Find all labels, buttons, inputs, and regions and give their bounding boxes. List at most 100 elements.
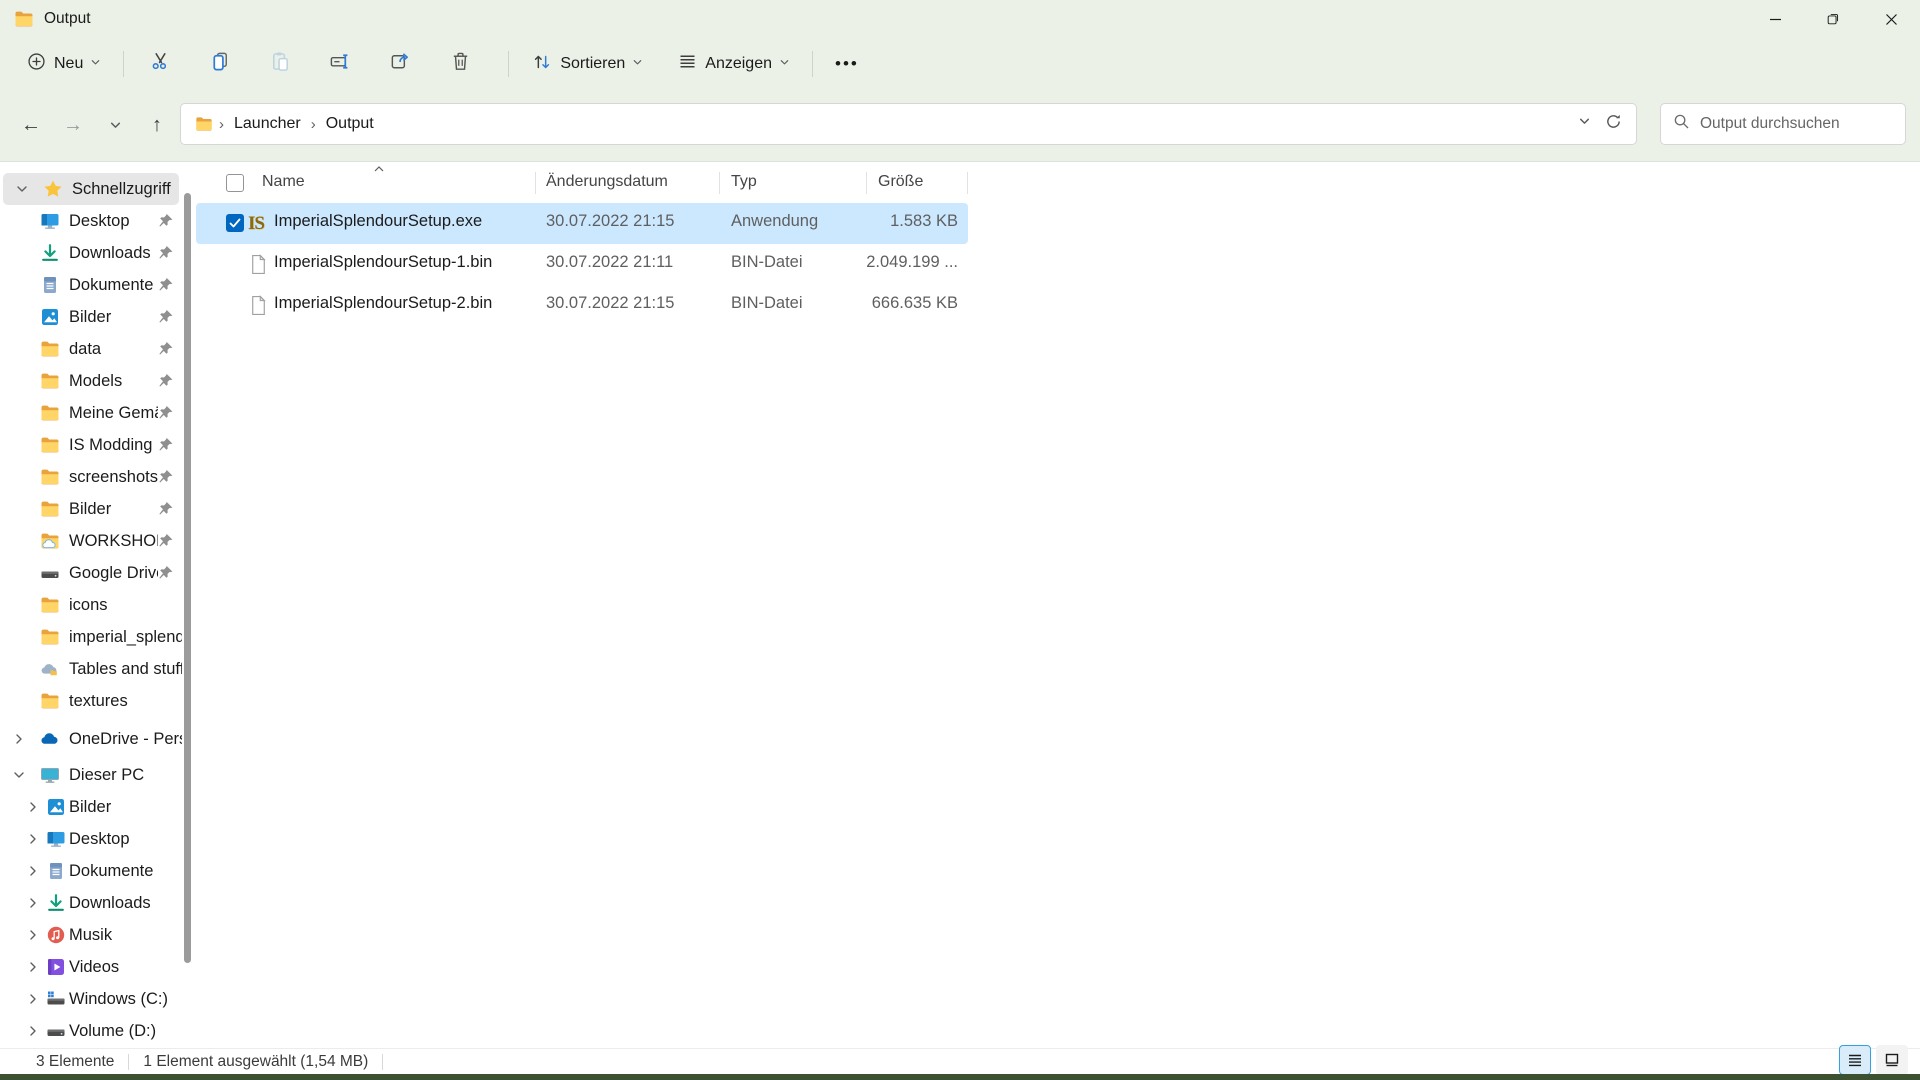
search-box[interactable] bbox=[1660, 103, 1906, 145]
icons-view-button[interactable] bbox=[1876, 1045, 1908, 1075]
sidebar-item-bilder[interactable]: Bilder bbox=[0, 301, 182, 333]
sidebar-item-desktop[interactable]: Desktop bbox=[0, 823, 182, 855]
chevron-down-icon bbox=[90, 55, 101, 73]
file-row-imperialsplendoursetup-1-bin[interactable]: ImperialSplendourSetup-1.bin30.07.2022 2… bbox=[196, 244, 968, 285]
chevron-right-icon[interactable] bbox=[26, 960, 40, 974]
sidebar-item-musik[interactable]: Musik bbox=[0, 919, 182, 951]
sidebar-item-onedrive-person[interactable]: OneDrive - Person bbox=[0, 723, 182, 755]
item-count-label: 3 Elemente bbox=[36, 1053, 114, 1071]
chevron-right-icon: › bbox=[305, 116, 322, 133]
command-toolbar: Neu Sortieren Anzeigen ••• bbox=[0, 38, 1920, 90]
more-options-button[interactable]: ••• bbox=[825, 46, 869, 82]
back-button[interactable]: ← bbox=[12, 106, 50, 144]
sidebar-item-downloads[interactable]: Downloads bbox=[0, 887, 182, 919]
sidebar-item-data[interactable]: data bbox=[0, 333, 182, 365]
column-header-date[interactable]: Änderungsdatum bbox=[546, 173, 668, 191]
sidebar-item-volume-d[interactable]: Volume (D:) bbox=[0, 1015, 182, 1047]
sidebar-item-desktop[interactable]: Desktop bbox=[0, 205, 182, 237]
column-divider[interactable] bbox=[719, 172, 720, 194]
chevron-right-icon[interactable] bbox=[26, 800, 40, 814]
plus-circle-icon bbox=[26, 51, 47, 77]
paste-button[interactable] bbox=[256, 46, 304, 82]
copy-button[interactable] bbox=[196, 46, 244, 82]
chevron-right-icon[interactable] bbox=[26, 928, 40, 942]
folder-icon bbox=[14, 9, 34, 29]
view-button[interactable]: Anzeigen bbox=[667, 46, 800, 82]
sidebar-item-textures[interactable]: textures bbox=[0, 685, 182, 717]
select-all-checkbox[interactable] bbox=[226, 174, 244, 192]
drive-icon bbox=[46, 1021, 66, 1041]
new-button[interactable]: Neu bbox=[16, 46, 111, 82]
sidebar-item-dokumente[interactable]: Dokumente bbox=[0, 269, 182, 301]
pin-icon bbox=[158, 309, 174, 325]
rename-button[interactable] bbox=[316, 46, 364, 82]
recent-locations-button[interactable] bbox=[96, 106, 134, 144]
folder-icon bbox=[40, 691, 60, 711]
is-setup-icon: IS bbox=[248, 213, 269, 234]
sidebar-item-dieser-pc[interactable]: Dieser PC bbox=[0, 759, 182, 791]
chevron-right-icon[interactable] bbox=[26, 992, 40, 1006]
sidebar-item-label: Desktop bbox=[69, 830, 182, 849]
share-button[interactable] bbox=[376, 46, 424, 82]
sidebar-item-models[interactable]: Models bbox=[0, 365, 182, 397]
chevron-right-icon[interactable] bbox=[12, 732, 26, 746]
sidebar-item-schnellzugriff[interactable]: Schnellzugriff bbox=[3, 173, 179, 205]
sidebar-item-meine-gem-l[interactable]: Meine Gemäl bbox=[0, 397, 182, 429]
column-divider[interactable] bbox=[967, 172, 968, 194]
chevron-right-icon[interactable] bbox=[26, 832, 40, 846]
chevron-right-icon[interactable] bbox=[26, 864, 40, 878]
document-icon bbox=[40, 275, 60, 295]
search-icon bbox=[1673, 113, 1690, 135]
sidebar-item-tables-and-stuff[interactable]: Tables and stuff bbox=[0, 653, 182, 685]
sidebar-item-imperial-splendo[interactable]: imperial_splendo bbox=[0, 621, 182, 653]
breadcrumb-item-output[interactable]: Output bbox=[322, 115, 378, 133]
refresh-icon[interactable] bbox=[1605, 113, 1622, 135]
close-button[interactable] bbox=[1862, 0, 1920, 38]
file-row-imperialsplendoursetup-2-bin[interactable]: ImperialSplendourSetup-2.bin30.07.2022 2… bbox=[196, 285, 968, 326]
address-dropdown-button[interactable] bbox=[1578, 115, 1591, 133]
column-header-size[interactable]: Größe bbox=[878, 173, 923, 191]
chevron-down-icon[interactable] bbox=[12, 768, 26, 782]
sidebar-item-windows-c[interactable]: Windows (C:) bbox=[0, 983, 182, 1015]
view-button-label: Anzeigen bbox=[705, 55, 772, 73]
sidebar-item-bilder[interactable]: Bilder bbox=[0, 493, 182, 525]
sidebar-scrollbar[interactable] bbox=[184, 193, 191, 963]
cut-button[interactable] bbox=[136, 46, 184, 82]
chevron-down-icon[interactable] bbox=[15, 182, 29, 196]
file-size: 2.049.199 ... bbox=[826, 253, 958, 272]
sidebar-item-google-drive[interactable]: Google Drive bbox=[0, 557, 182, 589]
minimize-button[interactable] bbox=[1746, 0, 1804, 38]
up-button[interactable]: ↑ bbox=[138, 106, 176, 144]
sidebar-item-screenshots[interactable]: screenshots bbox=[0, 461, 182, 493]
column-header-name[interactable]: Name bbox=[262, 173, 305, 191]
search-input[interactable] bbox=[1700, 115, 1880, 133]
address-bar[interactable]: › Launcher › Output bbox=[180, 103, 1637, 145]
column-divider[interactable] bbox=[866, 172, 867, 194]
desktop-icon bbox=[40, 211, 60, 231]
navigation-pane: SchnellzugriffDesktopDownloadsDokumenteB… bbox=[0, 163, 182, 1048]
column-header-type[interactable]: Typ bbox=[731, 173, 757, 191]
pin-icon bbox=[158, 373, 174, 389]
column-divider[interactable] bbox=[535, 172, 536, 194]
row-checkbox[interactable] bbox=[226, 214, 244, 232]
sidebar-item-workshop[interactable]: WORKSHOP bbox=[0, 525, 182, 557]
delete-button[interactable] bbox=[436, 46, 484, 82]
sidebar-item-icons[interactable]: icons bbox=[0, 589, 182, 621]
restore-button[interactable] bbox=[1804, 0, 1862, 38]
sidebar-item-videos[interactable]: Videos bbox=[0, 951, 182, 983]
file-row-imperialsplendoursetup-exe[interactable]: ISImperialSplendourSetup.exe30.07.2022 2… bbox=[196, 203, 968, 244]
breadcrumb-item-launcher[interactable]: Launcher bbox=[230, 115, 305, 133]
copy-icon bbox=[209, 50, 232, 78]
sort-button[interactable]: Sortieren bbox=[521, 46, 653, 82]
window-title: Output bbox=[44, 10, 91, 28]
sidebar-item-bilder[interactable]: Bilder bbox=[0, 791, 182, 823]
sidebar-item-downloads[interactable]: Downloads bbox=[0, 237, 182, 269]
details-view-button[interactable] bbox=[1839, 1045, 1871, 1075]
chevron-right-icon[interactable] bbox=[26, 896, 40, 910]
sidebar-item-dokumente[interactable]: Dokumente bbox=[0, 855, 182, 887]
forward-button[interactable]: → bbox=[54, 106, 92, 144]
sidebar-item-is-modding-r[interactable]: IS Modding R bbox=[0, 429, 182, 461]
chevron-right-icon[interactable] bbox=[26, 1024, 40, 1038]
pin-icon bbox=[158, 405, 174, 421]
folder-cloud-icon bbox=[40, 531, 60, 551]
